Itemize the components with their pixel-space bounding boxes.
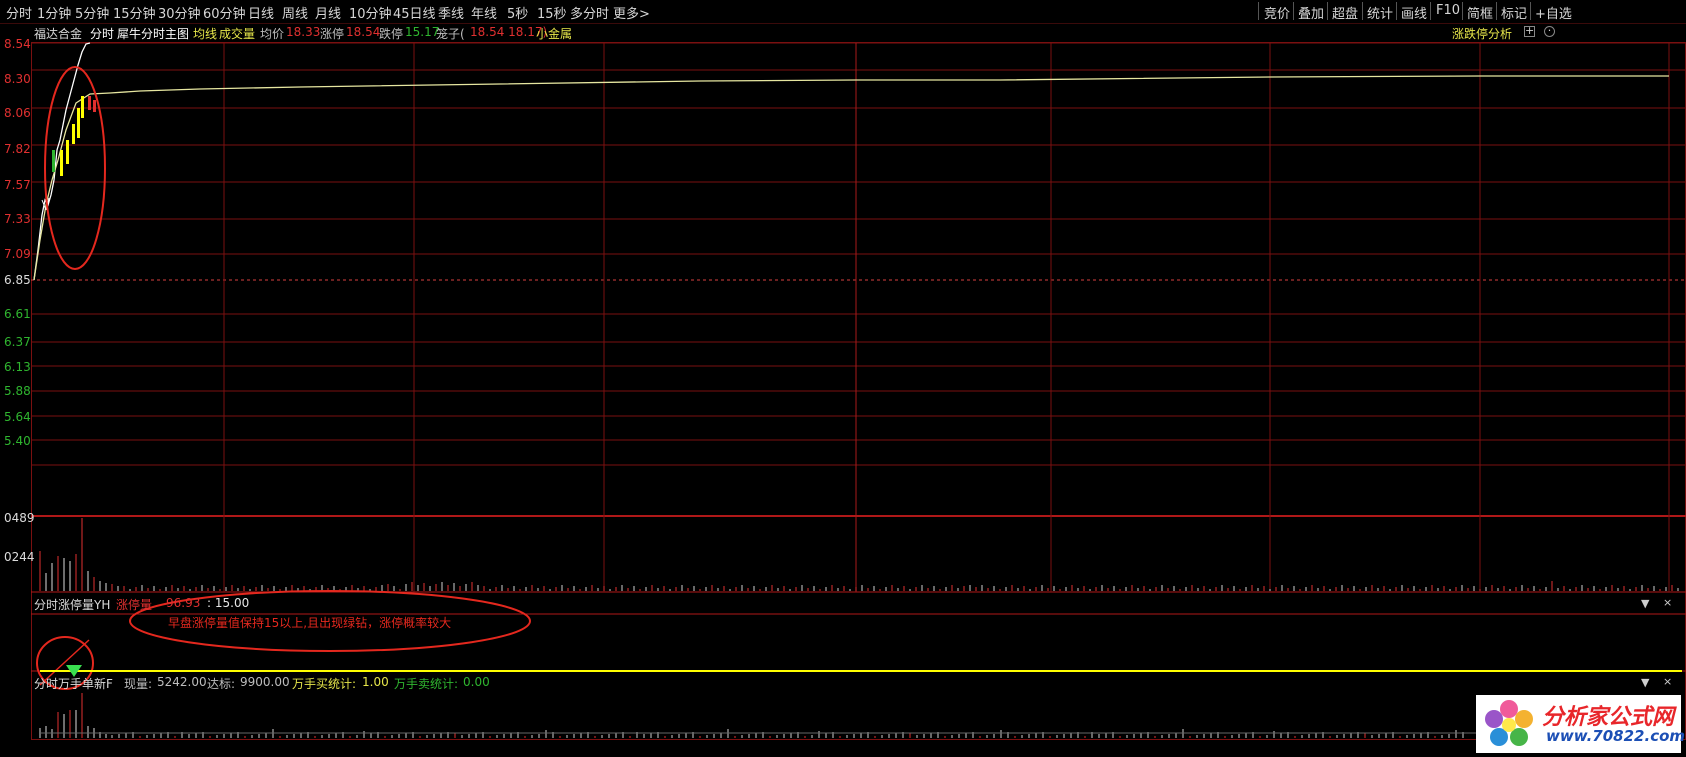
panel2-annotation: 早盘涨停量值保持15以上,且出现绿钻，涨停概率较大 (168, 616, 452, 630)
panel3-target-label: 达标: (207, 677, 236, 691)
panel3-close-icon[interactable]: × (1663, 675, 1672, 688)
watermark-url: www.70822.com (1546, 727, 1686, 745)
chart-canvas[interactable] (0, 0, 1686, 757)
panel3-now-value: 5242.00 (157, 675, 207, 689)
price-grid (31, 42, 1686, 740)
volume-axis-label: 0489 (4, 511, 35, 525)
panel2-item-label: 涨停量 (116, 598, 153, 612)
y-axis-label: 7.09 (4, 247, 31, 261)
trading-app-window: 分时 1分钟 5分钟 15分钟 30分钟 60分钟 日线 周线 月线 10分钟 … (0, 0, 1686, 757)
y-axis-label: 5.40 (4, 434, 31, 448)
y-axis-label: 6.13 (4, 360, 31, 374)
panel3-buy-label: 万手买统计: (292, 677, 357, 691)
y-axis-label: 8.06 (4, 106, 31, 120)
y-axis-label: 5.64 (4, 410, 31, 424)
panel3-sell-label: 万手卖统计: (394, 677, 459, 691)
panel3-buy-value: 1.00 (362, 675, 389, 689)
panel2-threshold: : 15.00 (207, 596, 250, 610)
y-axis-label: 5.88 (4, 384, 31, 398)
volume-axis-label: 0244 (4, 550, 35, 564)
panel3-collapse-icon[interactable]: ▼ (1641, 676, 1649, 689)
panel2-title[interactable]: 分时涨停量YH (34, 596, 110, 613)
panel2-item-value: 96.93 (166, 596, 201, 610)
panel2-close-icon[interactable]: × (1663, 596, 1672, 609)
y-axis-label: 6.37 (4, 335, 31, 349)
panel3-target-value: 9900.00 (240, 675, 290, 689)
panel3-now-label: 现量: (124, 677, 153, 691)
y-axis-label: 6.61 (4, 307, 31, 321)
y-axis-label: 6.85 (4, 273, 31, 287)
y-axis-label: 7.57 (4, 178, 31, 192)
y-axis-label: 7.33 (4, 212, 31, 226)
panel3-title[interactable]: 分时万手单新F (34, 675, 113, 692)
y-axis-label: 7.82 (4, 142, 31, 156)
flower-logo-icon (1485, 700, 1533, 746)
panel2-collapse-icon[interactable]: ▼ (1641, 597, 1649, 610)
watermark-logo: 分析家公式网 www.70822.com (1476, 695, 1685, 753)
wanshou-bars (39, 693, 1464, 738)
volume-bars (39, 518, 1679, 591)
y-axis-label: 8.54 (4, 37, 31, 51)
panel3-sell-value: 0.00 (463, 675, 490, 689)
y-axis-label: 8.30 (4, 72, 31, 86)
avg-price-line (33, 75, 1669, 281)
